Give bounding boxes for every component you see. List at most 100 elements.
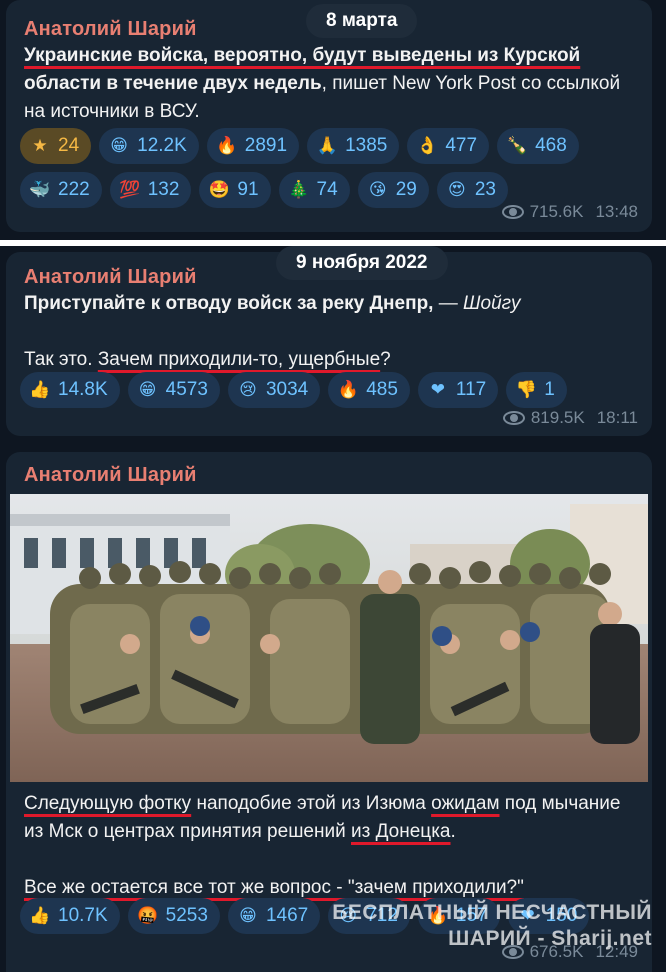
reaction-chip[interactable]: 😍 23 bbox=[436, 172, 508, 208]
reactions-bar: 👍 14.8K 😁 4573 😢 3034 🔥 485 ❤ 117 👎 1 bbox=[20, 372, 638, 408]
reaction-count: 12.2K bbox=[137, 135, 187, 156]
watermark-line-2: ШАРИЙ - Sharij.net bbox=[448, 927, 652, 950]
reaction-chip[interactable]: 👌 477 bbox=[407, 128, 490, 164]
reaction-chip[interactable]: 🙏 1385 bbox=[307, 128, 400, 164]
message-text: Украинские войска, вероятно, будут вывед… bbox=[24, 42, 638, 126]
headline-part-1: Украинские войска, вероятно, будут вывед… bbox=[24, 45, 581, 66]
watermark-line-1: БЕСПЛАТНЫЙ НЕСЧАСТНЫЙ bbox=[332, 901, 652, 924]
views-count: 715.6K bbox=[529, 202, 584, 221]
fire-icon: 🔥 bbox=[337, 380, 359, 400]
cry-icon: 😢 bbox=[239, 380, 257, 400]
headline-part-2: области в течение двух недель bbox=[24, 73, 322, 94]
thumbs-down-icon: 👎 bbox=[515, 380, 537, 400]
reaction-count: 74 bbox=[316, 179, 338, 200]
author-name[interactable]: Анатолий Шарий bbox=[24, 266, 197, 289]
cursing-face-icon: 🤬 bbox=[137, 906, 159, 926]
reaction-count: 29 bbox=[395, 179, 417, 200]
reaction-count: 1385 bbox=[345, 135, 388, 156]
hundred-icon: 💯 bbox=[119, 180, 141, 200]
reaction-count: 91 bbox=[237, 179, 259, 200]
reaction-chip[interactable]: 🎄 74 bbox=[278, 172, 350, 208]
thumbs-up-icon: 👍 bbox=[29, 380, 51, 400]
reaction-count: 117 bbox=[455, 379, 487, 400]
text-question: Все же остается все тот же вопрос - "зач… bbox=[24, 877, 524, 898]
quote-author: Шойгу bbox=[463, 293, 521, 314]
reaction-chip[interactable]: 👍 14.8K bbox=[20, 372, 120, 408]
reaction-count: 14.8K bbox=[58, 379, 108, 400]
eye-icon bbox=[502, 411, 525, 425]
reaction-count: 2891 bbox=[244, 135, 288, 156]
reaction-count: 1 bbox=[544, 379, 555, 400]
reaction-count: 468 bbox=[535, 135, 567, 156]
text-underlined-1: Следующую фотку bbox=[24, 793, 192, 814]
reaction-count: 5253 bbox=[165, 905, 208, 926]
reaction-chip[interactable]: 🔥 485 bbox=[328, 372, 410, 408]
reaction-chip[interactable]: 😢 3034 bbox=[227, 372, 321, 408]
star-struck-icon: 🤩 bbox=[208, 180, 230, 200]
grin-icon: 😁 bbox=[110, 136, 128, 156]
reactions-bar: ★ 24 😁 12.2K 🔥 2891 🙏 1385 👌 477 🍾 468 🐳 222 💯 132 🤩 91 🎄 7… bbox=[20, 128, 638, 208]
message-meta: 715.6K 13:48 bbox=[501, 202, 638, 222]
views-count: 819.5K bbox=[530, 408, 585, 427]
message-text: Следующую фотку наподобие этой из Изюма … bbox=[24, 790, 638, 902]
heart-icon: ❤ bbox=[430, 380, 446, 400]
reaction-chip[interactable]: 😘 29 bbox=[357, 172, 429, 208]
reaction-chip[interactable]: 🤩 91 bbox=[199, 172, 271, 208]
xmas-tree-icon: 🎄 bbox=[287, 180, 310, 200]
reaction-count: 1467 bbox=[265, 905, 309, 926]
reaction-count: 10.7K bbox=[58, 905, 108, 926]
champagne-icon: 🍾 bbox=[506, 136, 528, 156]
comment-underlined: Зачем приходили-то, ущербные bbox=[97, 349, 381, 370]
message-meta: 819.5K 18:11 bbox=[502, 408, 638, 428]
reaction-count: 477 bbox=[445, 135, 478, 156]
grin-icon: 😁 bbox=[239, 906, 257, 926]
pray-icon: 🙏 bbox=[316, 136, 338, 156]
reaction-count: 4573 bbox=[165, 379, 208, 400]
date-chip: 9 ноября 2022 bbox=[276, 246, 448, 280]
message-bubble-3[interactable]: Анатолий Шарий Следующую фотку наподобие… bbox=[6, 452, 652, 972]
reaction-chip[interactable]: 💯 132 bbox=[109, 172, 192, 208]
heart-eyes-icon: 😍 bbox=[447, 180, 466, 200]
reaction-chip[interactable]: 😁 1467 bbox=[227, 898, 321, 934]
author-name[interactable]: Анатолий Шарий bbox=[24, 18, 197, 41]
reaction-count: 3034 bbox=[265, 379, 309, 400]
message-time: 13:48 bbox=[595, 202, 638, 221]
text-underlined-3: из Донецка bbox=[351, 821, 451, 842]
date-chip: 8 марта bbox=[306, 4, 418, 38]
reaction-chip[interactable]: 😁 4573 bbox=[127, 372, 220, 408]
quote-text: Приступайте к отводу войск за реку Днепр… bbox=[24, 293, 434, 314]
reaction-chip[interactable]: 👎 1 bbox=[506, 372, 567, 408]
reaction-count: 132 bbox=[147, 179, 180, 200]
star-icon: ★ bbox=[32, 136, 48, 156]
reaction-chip[interactable]: 🔥 2891 bbox=[206, 128, 300, 164]
reaction-chip[interactable]: 👍 10.7K bbox=[20, 898, 120, 934]
text-underlined-2: ожидам bbox=[431, 793, 500, 814]
watermark: БЕСПЛАТНЫЙ НЕСЧАСТНЫЙ ШАРИЙ - Sharij.net bbox=[332, 900, 652, 952]
text-part-c: . bbox=[450, 821, 456, 842]
reaction-chip[interactable]: 😁 12.2K bbox=[99, 128, 199, 164]
reaction-chip[interactable]: 🍾 468 bbox=[497, 128, 579, 164]
comment-prefix: Так это. bbox=[24, 349, 98, 370]
kiss-icon: 😘 bbox=[368, 180, 387, 200]
whale-icon: 🐳 bbox=[29, 180, 51, 200]
thumbs-up-icon: 👍 bbox=[29, 906, 51, 926]
photo-attachment[interactable] bbox=[10, 494, 648, 782]
reaction-count: 23 bbox=[474, 179, 496, 200]
reaction-count: 24 bbox=[58, 135, 80, 156]
author-name[interactable]: Анатолий Шарий bbox=[24, 464, 197, 487]
message-text: Приступайте к отводу войск за реку Днепр… bbox=[24, 290, 638, 374]
reaction-chip[interactable]: ❤ 117 bbox=[417, 372, 499, 408]
quote-dash: — bbox=[433, 293, 464, 314]
ok-hand-icon: 👌 bbox=[416, 136, 438, 156]
fire-icon: 🔥 bbox=[216, 136, 238, 156]
message-time: 18:11 bbox=[596, 408, 638, 427]
reaction-count: 485 bbox=[366, 379, 398, 400]
reaction-chip[interactable]: ★ 24 bbox=[20, 128, 92, 164]
text-part-a: наподобие этой из Изюма bbox=[191, 793, 432, 814]
reaction-chip[interactable]: 🐳 222 bbox=[20, 172, 102, 208]
soldiers-group-photo bbox=[10, 494, 648, 782]
comment-suffix: ? bbox=[380, 349, 391, 370]
reaction-count: 222 bbox=[58, 179, 90, 200]
reaction-chip[interactable]: 🤬 5253 bbox=[127, 898, 220, 934]
grin-icon: 😁 bbox=[138, 380, 157, 400]
